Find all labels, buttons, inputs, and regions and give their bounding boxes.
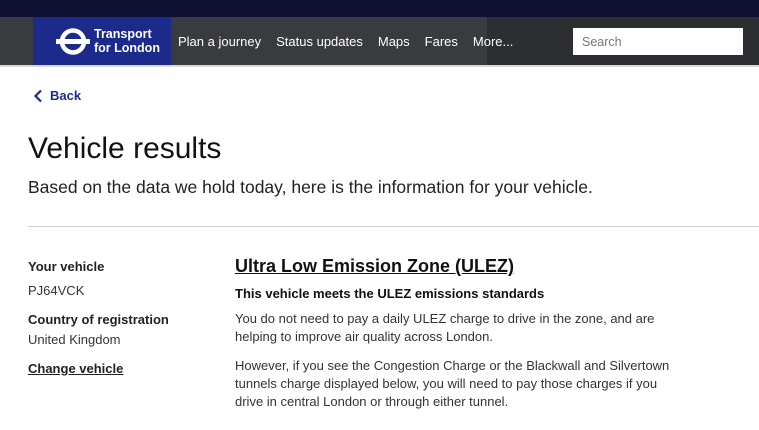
main-nav: Plan a journey Status updates Maps Fares… — [178, 17, 528, 65]
ulez-paragraph-2: However, if you see the Congestion Charg… — [235, 358, 670, 409]
search-input[interactable] — [573, 28, 743, 55]
change-vehicle-link[interactable]: Change vehicle — [28, 361, 123, 376]
nav-maps[interactable]: Maps — [378, 34, 410, 49]
roundel-icon — [56, 28, 90, 55]
ulez-status: This vehicle meets the ULEZ emissions st… — [235, 286, 545, 301]
section-divider — [28, 226, 759, 227]
nav-status-updates[interactable]: Status updates — [276, 34, 363, 49]
brand-name: Transport for London — [94, 27, 160, 55]
chevron-left-icon — [33, 89, 42, 102]
your-vehicle-label: Your vehicle — [28, 259, 105, 274]
back-link[interactable]: Back — [33, 88, 81, 103]
country-label: Country of registration — [28, 312, 169, 327]
tfl-logo[interactable]: Transport for London — [33, 17, 171, 66]
brand-line-2: for London — [94, 41, 160, 55]
nav-fares[interactable]: Fares — [425, 34, 458, 49]
ulez-title-link[interactable]: Ultra Low Emission Zone (ULEZ) — [235, 256, 514, 277]
brand-line-1: Transport — [94, 27, 152, 41]
ulez-paragraph-1: You do not need to pay a daily ULEZ char… — [235, 311, 655, 344]
page-intro: Based on the data we hold today, here is… — [28, 177, 593, 197]
nav-plan-journey[interactable]: Plan a journey — [178, 34, 261, 49]
back-label: Back — [50, 88, 82, 103]
country-value: United Kingdom — [28, 332, 121, 347]
nav-more[interactable]: More... — [473, 34, 513, 49]
page-title: Vehicle results — [28, 132, 222, 165]
header-separator — [0, 65, 759, 67]
top-strip — [0, 0, 759, 17]
vehicle-registration: PJ64VCK — [28, 283, 85, 298]
